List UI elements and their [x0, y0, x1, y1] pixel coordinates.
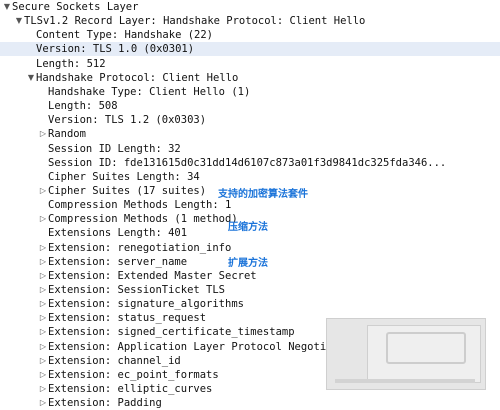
tree-row-label: Handshake Protocol: Client Hello: [36, 71, 239, 84]
tree-row[interactable]: ▼ Secure Sockets Layer: [0, 0, 500, 14]
tree-row[interactable]: ▷ Extension: Padding: [0, 396, 500, 410]
watermark-mark: [386, 332, 466, 364]
twisty-collapsed-icon[interactable]: ▷: [38, 311, 48, 325]
twisty-collapsed-icon[interactable]: ▷: [38, 269, 48, 283]
tree-row-label: Extension: signed_certificate_timestamp: [48, 326, 295, 339]
twisty-collapsed-icon[interactable]: ▷: [38, 325, 48, 339]
tree-row[interactable]: Session ID: fde131615d0c31dd14d6107c873a…: [0, 156, 500, 170]
tree-row[interactable]: ▷ Random: [0, 127, 500, 141]
tree-row-label: Random: [48, 128, 86, 141]
tree-row-label: Extensions Length: 401: [48, 227, 188, 240]
twisty-collapsed-icon[interactable]: ▷: [38, 184, 48, 198]
tree-row-label: Extension: server_name: [48, 255, 188, 268]
tree-row-label: Session ID Length: 32: [48, 142, 181, 155]
twisty-collapsed-icon[interactable]: ▷: [38, 255, 48, 269]
tree-row-label: Extension: signature_algorithms: [48, 298, 244, 311]
tree-row-label: Extension: Application Layer Protocol Ne…: [48, 340, 358, 353]
tree-row-label: Handshake Type: Client Hello (1): [48, 85, 251, 98]
twisty-collapsed-icon[interactable]: ▷: [38, 368, 48, 382]
twisty-collapsed-icon[interactable]: ▷: [38, 127, 48, 141]
tree-row-label: Extension: status_request: [48, 312, 207, 325]
tree-row-label: Secure Sockets Layer: [12, 1, 139, 13]
twisty-collapsed-icon[interactable]: ▷: [38, 382, 48, 396]
tree-row[interactable]: Length: 508: [0, 99, 500, 113]
tree-row[interactable]: Length: 512: [0, 57, 500, 71]
twisty-collapsed-icon[interactable]: ▷: [38, 283, 48, 297]
tree-row-label: Content Type: Handshake (22): [36, 29, 214, 42]
twisty-collapsed-icon[interactable]: ▷: [38, 396, 48, 410]
tree-row-label: Session ID: fde131615d0c31dd14d6107c873a…: [48, 156, 447, 169]
watermark-box: [367, 325, 481, 383]
annotation-cipher-suites: 支持的加密算法套件: [218, 189, 308, 200]
tree-row-label: Extension: ec_point_formats: [48, 368, 219, 381]
tree-row[interactable]: ▼ Handshake Protocol: Client Hello: [0, 71, 500, 85]
tree-row-label: Extension: Extended Master Secret: [48, 269, 257, 282]
tree-row[interactable]: Compression Methods Length: 1: [0, 198, 500, 212]
twisty-collapsed-icon[interactable]: ▷: [38, 354, 48, 368]
tree-row-label: Compression Methods Length: 1: [48, 199, 232, 212]
watermark-logo: [326, 318, 486, 390]
tree-row[interactable]: Handshake Type: Client Hello (1): [0, 85, 500, 99]
twisty-collapsed-icon[interactable]: ▷: [38, 212, 48, 226]
tree-row[interactable]: Version: TLS 1.0 (0x0301): [0, 42, 500, 57]
tree-row-label: Length: 508: [48, 100, 118, 113]
tree-row-label: Cipher Suites Length: 34: [48, 170, 200, 183]
tree-row[interactable]: Version: TLS 1.2 (0x0303): [0, 113, 500, 127]
tree-row-label: Extension: Padding: [48, 397, 162, 410]
tree-row-label: Version: TLS 1.2 (0x0303): [48, 114, 207, 127]
watermark-footer: [335, 379, 475, 383]
tree-row-label: Version: TLS 1.0 (0x0301): [36, 43, 195, 56]
tree-row-label: Length: 512: [36, 57, 106, 70]
tree-row-label: TLSv1.2 Record Layer: Handshake Protocol…: [24, 15, 366, 28]
tree-row[interactable]: Content Type: Handshake (22): [0, 28, 500, 42]
annotation-extensions: 扩展方法: [228, 258, 268, 269]
twisty-collapsed-icon[interactable]: ▷: [38, 340, 48, 354]
tree-row-label: Extension: channel_id: [48, 354, 181, 367]
tree-row-label: Extension: SessionTicket TLS: [48, 284, 226, 296]
tree-row[interactable]: ▷ Extension: Extended Master Secret: [0, 269, 500, 283]
tree-row-label: Extension: renegotiation_info: [48, 241, 232, 254]
twisty-expanded-icon[interactable]: ▼: [26, 71, 36, 85]
twisty-collapsed-icon[interactable]: ▷: [38, 241, 48, 255]
tree-row-label: Cipher Suites (17 suites): [48, 184, 207, 197]
twisty-collapsed-icon[interactable]: ▷: [38, 297, 48, 311]
tree-row[interactable]: ▷ Extension: renegotiation_info: [0, 241, 500, 255]
twisty-expanded-icon[interactable]: ▼: [14, 14, 24, 28]
tree-row[interactable]: ▷ Extension: SessionTicket TLS: [0, 283, 500, 297]
annotation-compression-methods: 压缩方法: [228, 222, 268, 233]
tree-row[interactable]: ▼ TLSv1.2 Record Layer: Handshake Protoco…: [0, 14, 500, 28]
twisty-expanded-icon[interactable]: ▼: [2, 0, 12, 14]
tree-row-label: Extension: elliptic_curves: [48, 383, 213, 396]
tree-row[interactable]: ▷ Extension: signature_algorithms: [0, 297, 500, 311]
tree-row-label: Compression Methods (1 method): [48, 213, 238, 226]
tree-row[interactable]: Session ID Length: 32: [0, 142, 500, 156]
tree-row[interactable]: Cipher Suites Length: 34: [0, 170, 500, 184]
